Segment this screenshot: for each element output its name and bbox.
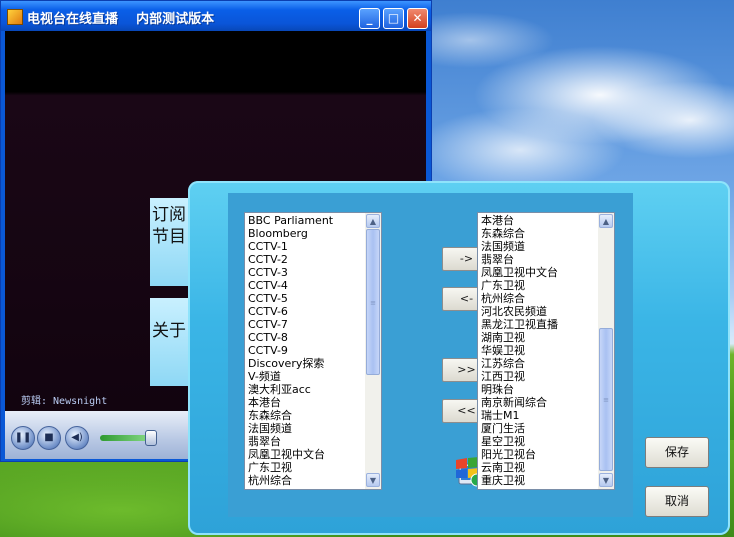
list-item[interactable]: CCTV-7 bbox=[248, 318, 364, 331]
title-bar[interactable]: 电视台在线直播 内部测试版本 _ □ ✕ bbox=[1, 1, 431, 31]
list-item[interactable]: 杭州综合 bbox=[481, 292, 597, 305]
list-item[interactable]: 河北农民频道 bbox=[481, 305, 597, 318]
volume-slider-knob[interactable] bbox=[145, 430, 157, 446]
available-channels-items: BBC Parliament Bloomberg CCTV-1 CCTV-2 CCTV-… bbox=[248, 214, 364, 487]
subscribe-tab[interactable]: 订阅节目 bbox=[150, 198, 188, 286]
minimize-button[interactable]: _ bbox=[359, 8, 380, 29]
window-title: 电视台在线直播 内部测试版本 bbox=[27, 12, 215, 27]
scroll-down-icon[interactable]: ▼ bbox=[599, 473, 613, 487]
stop-button[interactable]: ■ bbox=[37, 426, 61, 450]
list-item[interactable]: 重庆卫视 bbox=[481, 474, 597, 487]
available-channels-scrollbar[interactable]: ▲ ≡ ▼ bbox=[365, 213, 381, 489]
tv-app-icon bbox=[7, 9, 23, 25]
mute-button[interactable]: ◀) bbox=[65, 426, 89, 450]
list-item[interactable]: 星空卫视 bbox=[481, 435, 597, 448]
subscribe-dialog: BBC Parliament Bloomberg CCTV-1 CCTV-2 CCTV-… bbox=[188, 181, 730, 535]
credit-text: 剪辑: Newsnight bbox=[21, 396, 108, 407]
scroll-thumb[interactable]: ≡ bbox=[366, 229, 380, 375]
list-item[interactable]: CCTV-3 bbox=[248, 266, 364, 279]
list-item[interactable]: 法国频道 bbox=[481, 240, 597, 253]
list-item[interactable]: BBC Parliament bbox=[248, 214, 364, 227]
subscribed-channels-items: 本港台 东森综合 法国频道 翡翠台 凤凰卫视中文台 广东卫视 杭州综合 河北农民频道 黑龙江卫视… bbox=[481, 214, 597, 487]
list-item[interactable]: 厦门生活 bbox=[481, 422, 597, 435]
scroll-up-icon[interactable]: ▲ bbox=[599, 214, 613, 228]
list-item[interactable]: 澳大利亚acc bbox=[248, 383, 364, 396]
list-item[interactable]: CCTV-6 bbox=[248, 305, 364, 318]
list-item[interactable]: 华娱卫视 bbox=[481, 344, 597, 357]
about-tab[interactable]: 关于 bbox=[150, 298, 188, 386]
list-item[interactable]: CCTV-2 bbox=[248, 253, 364, 266]
available-channels-list[interactable]: BBC Parliament Bloomberg CCTV-1 CCTV-2 CCTV-… bbox=[244, 212, 382, 490]
list-item[interactable]: 凤凰卫视中文台 bbox=[481, 266, 597, 279]
list-item[interactable]: 广东卫视 bbox=[248, 461, 364, 474]
subscribed-channels-scrollbar[interactable]: ▲ ≡ ▼ bbox=[598, 213, 614, 489]
list-item[interactable]: 明珠台 bbox=[481, 383, 597, 396]
list-item[interactable]: 东森综合 bbox=[481, 227, 597, 240]
list-item[interactable]: 本港台 bbox=[481, 214, 597, 227]
scroll-down-icon[interactable]: ▼ bbox=[366, 473, 380, 487]
subscribe-tab-label: 订阅节目 bbox=[152, 205, 186, 247]
subscribed-channels-list[interactable]: 本港台 东森综合 法国频道 翡翠台 凤凰卫视中文台 广东卫视 杭州综合 河北农民频道 黑龙江卫视… bbox=[477, 212, 615, 490]
list-item[interactable]: CCTV-1 bbox=[248, 240, 364, 253]
list-item[interactable]: Bloomberg bbox=[248, 227, 364, 240]
pause-button[interactable]: ❚❚ bbox=[11, 426, 35, 450]
list-item[interactable]: 江西卫视 bbox=[481, 370, 597, 383]
maximize-button[interactable]: □ bbox=[383, 8, 404, 29]
list-item[interactable]: 翡翠台 bbox=[248, 435, 364, 448]
list-item[interactable]: 湖南卫视 bbox=[481, 331, 597, 344]
scroll-up-icon[interactable]: ▲ bbox=[366, 214, 380, 228]
list-item[interactable]: 瑞士M1 bbox=[481, 409, 597, 422]
list-item[interactable]: 东森综合 bbox=[248, 409, 364, 422]
list-item[interactable]: CCTV-8 bbox=[248, 331, 364, 344]
channel-panel: BBC Parliament Bloomberg CCTV-1 CCTV-2 CCTV-… bbox=[228, 193, 633, 517]
list-item[interactable]: 本港台 bbox=[248, 396, 364, 409]
close-button[interactable]: ✕ bbox=[407, 8, 428, 29]
list-item[interactable]: CCTV-4 bbox=[248, 279, 364, 292]
list-item[interactable]: 黑龙江卫视直播 bbox=[481, 318, 597, 331]
list-item[interactable]: 法国频道 bbox=[248, 422, 364, 435]
save-button[interactable]: 保存 bbox=[645, 437, 709, 468]
list-item[interactable]: 南京新闻综合 bbox=[481, 396, 597, 409]
list-item[interactable]: 广东卫视 bbox=[481, 279, 597, 292]
list-item[interactable]: 杭州综合 bbox=[248, 474, 364, 487]
cancel-button[interactable]: 取消 bbox=[645, 486, 709, 517]
scroll-thumb[interactable]: ≡ bbox=[599, 328, 613, 471]
list-item[interactable]: 凤凰卫视中文台 bbox=[248, 448, 364, 461]
list-item[interactable]: 江苏综合 bbox=[481, 357, 597, 370]
list-item[interactable]: 云南卫视 bbox=[481, 461, 597, 474]
list-item[interactable]: 翡翠台 bbox=[481, 253, 597, 266]
list-item[interactable]: CCTV-9 bbox=[248, 344, 364, 357]
list-item[interactable]: Discovery探索 bbox=[248, 357, 364, 370]
list-item[interactable]: CCTV-5 bbox=[248, 292, 364, 305]
list-item[interactable]: 阳光卫视台 bbox=[481, 448, 597, 461]
list-item[interactable]: V-频道 bbox=[248, 370, 364, 383]
about-tab-label: 关于 bbox=[152, 321, 186, 341]
